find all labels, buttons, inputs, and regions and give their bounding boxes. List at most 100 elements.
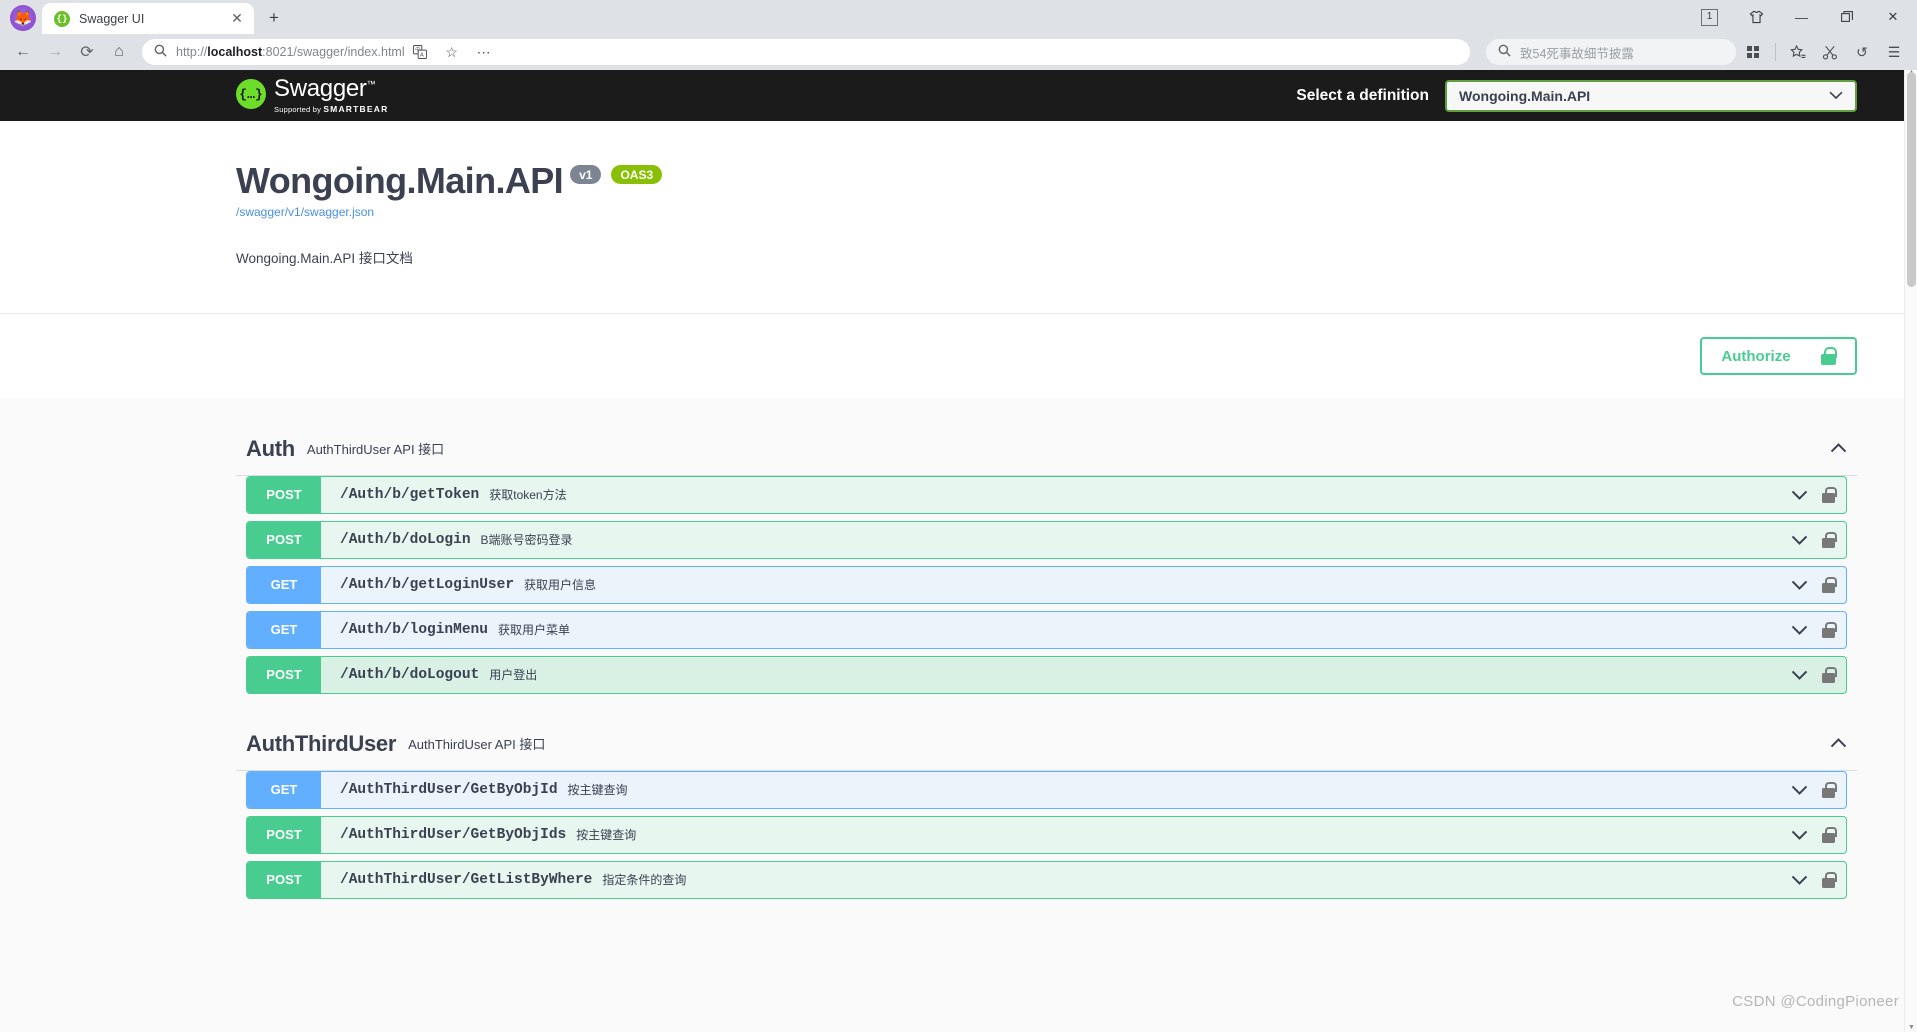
- operation-summary: 按主键查询: [576, 828, 637, 843]
- lock-open-icon[interactable]: [1822, 781, 1837, 798]
- operation-actions: [1791, 871, 1846, 888]
- chevron-down-icon[interactable]: [1791, 625, 1808, 635]
- swagger-word: Swagger: [274, 75, 367, 102]
- api-description: Wongoing.Main.API 接口文档: [236, 250, 413, 266]
- smartbear-brand: SMARTBEAR: [323, 104, 389, 114]
- operation-summary: 用户登出: [489, 668, 538, 683]
- chevron-up-icon[interactable]: [1830, 440, 1847, 458]
- history-back-icon[interactable]: ↺: [1847, 37, 1877, 67]
- chevron-down-icon: [1829, 89, 1843, 103]
- minimize-window-button[interactable]: —: [1779, 0, 1824, 34]
- search-icon: [154, 44, 167, 60]
- operation-row[interactable]: POST/Auth/b/doLogout 用户登出: [246, 655, 1847, 694]
- operation-actions: [1791, 826, 1846, 843]
- lock-open-icon[interactable]: [1822, 486, 1837, 503]
- chevron-down-icon[interactable]: [1791, 670, 1808, 680]
- shirt-icon[interactable]: [1734, 0, 1779, 34]
- back-icon[interactable]: ←: [8, 37, 38, 67]
- chevron-down-icon[interactable]: [1791, 580, 1808, 590]
- swagger-logo-text: Swagger™ Supported by SMARTBEAR: [274, 75, 389, 115]
- operation-row[interactable]: POST/Auth/b/getToken 获取token方法: [246, 475, 1847, 514]
- apps-grid-icon[interactable]: [1738, 37, 1768, 67]
- tab-count-badge[interactable]: 1: [1701, 8, 1718, 26]
- http-method-badge: POST: [247, 861, 321, 898]
- lock-open-icon[interactable]: [1822, 826, 1837, 843]
- operation-row[interactable]: POST/AuthThirdUser/GetByObjIds 按主键查询: [246, 815, 1847, 854]
- chevron-up-icon[interactable]: [1830, 735, 1847, 753]
- lock-open-icon[interactable]: [1822, 666, 1837, 683]
- address-bar[interactable]: http://localhost:8021/swagger/index.html…: [142, 39, 1470, 65]
- svg-text:A: A: [420, 53, 424, 59]
- browser-menu-icon[interactable]: ☰: [1879, 37, 1909, 67]
- chevron-down-icon[interactable]: [1791, 875, 1808, 885]
- http-method-badge: POST: [247, 476, 321, 513]
- swagger-page: {…} Swagger™ Supported by SMARTBEAR Sele…: [0, 70, 1917, 1032]
- section-header-auththirduser[interactable]: AuthThirdUser AuthThirdUser API 接口: [236, 708, 1857, 771]
- favorites-icon[interactable]: [1783, 37, 1813, 67]
- operation-row[interactable]: POST/Auth/b/doLogin B端账号密码登录: [246, 520, 1847, 559]
- omnibox-actions: 中 A ☆ ⋯: [405, 37, 499, 67]
- scroll-down-arrow[interactable]: ▼: [1907, 1024, 1916, 1031]
- url-path: :8021/swagger/index.html: [262, 45, 405, 59]
- operation-path: /AuthThirdUser/GetByObjId: [340, 781, 558, 798]
- operation-actions: [1791, 531, 1846, 548]
- operation-actions: [1791, 486, 1846, 503]
- operation-row[interactable]: GET/AuthThirdUser/GetByObjId 按主键查询: [246, 770, 1847, 809]
- operation-path: /Auth/b/getLoginUser: [340, 576, 515, 593]
- new-tab-button[interactable]: +: [260, 4, 288, 32]
- more-options-icon[interactable]: ⋯: [469, 37, 499, 67]
- reload-icon[interactable]: ⟳: [72, 37, 102, 67]
- operation-summary: 获取用户菜单: [497, 623, 570, 638]
- operation-path: /Auth/b/doLogout: [340, 666, 480, 683]
- swagger-json-link[interactable]: /swagger/v1/swagger.json: [236, 205, 374, 219]
- chevron-down-icon[interactable]: [1791, 830, 1808, 840]
- grid-apps-icon: [1747, 46, 1759, 58]
- swagger-favicon-icon: {}: [54, 10, 70, 27]
- authorize-bar: Authorize: [0, 312, 1917, 399]
- http-method-badge: GET: [247, 771, 321, 808]
- search-input[interactable]: 致54死事故细节披露: [1486, 39, 1736, 65]
- browser-tab-swagger-ui[interactable]: {} Swagger UI ✕: [42, 3, 254, 34]
- section-title: Auth: [246, 435, 295, 461]
- close-window-button[interactable]: ✕: [1869, 0, 1917, 34]
- operation-row[interactable]: GET/Auth/b/loginMenu 获取用户菜单: [246, 610, 1847, 649]
- forward-icon[interactable]: →: [40, 37, 70, 67]
- watermark: CSDN @CodingPioneer: [1732, 993, 1899, 1010]
- section-subtitle: AuthThirdUser API 接口: [306, 442, 445, 458]
- operation-summary: 获取token方法: [489, 488, 567, 503]
- operation-row[interactable]: GET/Auth/b/getLoginUser 获取用户信息: [246, 565, 1847, 604]
- api-title-row: Wongoing.Main.API v1 OAS3: [236, 161, 1857, 201]
- version-badge: v1: [570, 165, 602, 185]
- operation-actions: [1791, 621, 1846, 638]
- section-title: AuthThirdUser: [246, 730, 397, 756]
- home-icon[interactable]: ⌂: [104, 37, 134, 67]
- chevron-down-icon[interactable]: [1791, 490, 1808, 500]
- supported-by-text: Supported by: [274, 105, 322, 114]
- operation-path: /Auth/b/doLogin: [340, 531, 471, 548]
- browser-titlebar: 🦊 {} Swagger UI ✕ + 1 — ✕: [0, 0, 1917, 34]
- lock-open-icon[interactable]: [1822, 871, 1837, 888]
- chevron-down-icon[interactable]: [1791, 535, 1808, 545]
- operation-summary: 指定条件的查询: [602, 873, 687, 888]
- bookmark-star-icon[interactable]: ☆: [437, 37, 467, 67]
- swagger-logo[interactable]: {…} Swagger™ Supported by SMARTBEAR: [236, 77, 388, 114]
- lock-open-icon[interactable]: [1822, 531, 1837, 548]
- scissors-icon[interactable]: [1815, 37, 1845, 67]
- operation-actions: [1791, 666, 1846, 683]
- profile-avatar-image: 🦊: [13, 9, 33, 27]
- lock-open-icon[interactable]: [1822, 576, 1837, 593]
- maximize-window-button[interactable]: [1824, 0, 1869, 34]
- definition-select[interactable]: Wongoing.Main.API: [1445, 79, 1857, 112]
- window-controls: 1 — ✕: [1701, 0, 1917, 34]
- authorize-button[interactable]: Authorize: [1700, 337, 1857, 376]
- scrollbar-thumb[interactable]: [1907, 72, 1916, 287]
- authorize-button-label: Authorize: [1721, 347, 1791, 365]
- profile-avatar[interactable]: 🦊: [10, 5, 36, 31]
- page-scrollbar[interactable]: ▲ ▼: [1904, 70, 1917, 1032]
- operation-row[interactable]: POST/AuthThirdUser/GetListByWhere 指定条件的查询: [246, 860, 1847, 899]
- translate-icon[interactable]: 中 A: [405, 37, 435, 67]
- lock-open-icon[interactable]: [1822, 621, 1837, 638]
- section-header-auth[interactable]: Auth AuthThirdUser API 接口: [236, 413, 1857, 476]
- close-tab-icon[interactable]: ✕: [228, 10, 246, 28]
- chevron-down-icon[interactable]: [1791, 785, 1808, 795]
